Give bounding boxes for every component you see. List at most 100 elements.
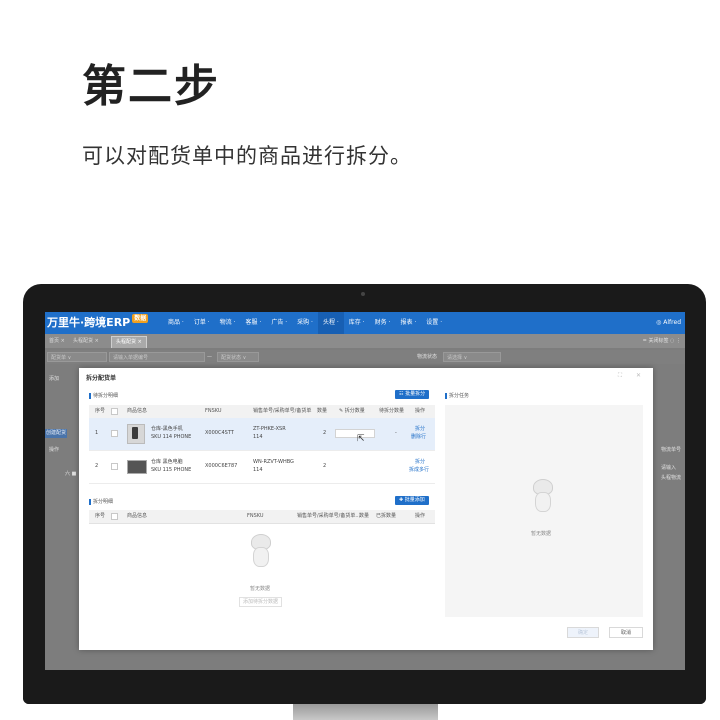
split-link[interactable]: 拆分	[415, 459, 425, 466]
split-multi-link[interactable]: 拆成多行	[409, 467, 429, 474]
camera-dot	[361, 292, 365, 296]
col-fnsku: FNSKU	[247, 513, 264, 519]
source-table: 序号 商品信息 FNSKU 销售单号/采购单号/备货单 数量 ✎ 拆分数量 待拆…	[89, 405, 435, 485]
col-action: 操作	[415, 408, 426, 414]
brand-logo[interactable]: 万里牛·跨境ERP 数据	[47, 314, 149, 332]
row-index: 2	[95, 463, 99, 469]
target-table-header: 序号 商品信息 FNSKU 销售单号/采购单号/备货单... 数量 已拆数量 操…	[89, 510, 435, 524]
row-index: 1	[95, 430, 99, 436]
col-remain: 待拆分数量	[379, 408, 405, 414]
user-menu[interactable]: ◎ Alfred	[656, 312, 681, 334]
mouse-cursor-icon: ⇱	[357, 434, 365, 444]
imac-chin	[23, 664, 706, 704]
row-fnsku: X000C6E787	[205, 463, 238, 469]
row-order: WN-RZVT-WHBG	[253, 459, 294, 465]
row-qty: 2	[323, 463, 327, 469]
main-nav: 商品 · 订单 · 物流 · 客服 · 广告 · 采购 · 头程 · 库存 · …	[163, 312, 447, 334]
product-sku: SKU 115 PHONE	[151, 467, 192, 473]
nav-item-ads[interactable]: 广告 ·	[266, 312, 292, 334]
target-section-label: 拆分明细	[89, 498, 113, 505]
right-section-label: 拆分任务	[445, 392, 469, 399]
split-link[interactable]: 拆分	[415, 426, 425, 433]
step-title: 第二步	[82, 61, 220, 112]
col-product: 商品信息	[127, 408, 148, 414]
tab-home[interactable]: 首页 ×	[45, 336, 69, 347]
select-all-checkbox[interactable]	[111, 408, 118, 415]
batch-add-button[interactable]: ✚ 批量添加	[395, 496, 429, 505]
bg-add-label: 添加	[49, 376, 60, 382]
nav-item-purchase[interactable]: 采购 ·	[292, 312, 318, 334]
target-table: 序号 商品信息 FNSKU 销售单号/采购单号/备货单... 数量 已拆数量 操…	[89, 510, 435, 620]
col-qty: 数量	[317, 408, 328, 414]
brand-badge: 数据	[132, 314, 149, 323]
table-row[interactable]: 2 仓库 黑色电脑 SKU 115 PHONE X000C6E787 WN-RZ…	[89, 451, 435, 484]
split-task-panel: 暂无数据	[445, 405, 643, 617]
col-qty: 数量	[359, 513, 370, 519]
bg-op-label: 操作	[49, 447, 60, 453]
filter-type-select[interactable]: 配货单 ∨	[47, 352, 107, 362]
col-order: 销售单号/采购单号/备货单...	[297, 513, 361, 519]
nav-item-orders[interactable]: 订单 ·	[189, 312, 215, 334]
row-remain: -	[395, 430, 397, 436]
filter-keyword-input[interactable]: 请输入单据编号	[109, 352, 205, 362]
nav-item-service[interactable]: 客服 ·	[240, 312, 266, 334]
col-product: 商品信息	[127, 513, 148, 519]
delete-row-link[interactable]: 删除行	[411, 434, 426, 441]
bg-right-text-1: 请输入	[661, 465, 677, 471]
bg-right-col: 物流单号	[661, 447, 682, 453]
nav-item-products[interactable]: 商品 ·	[163, 312, 189, 334]
product-name: 仓库-黑色手机	[151, 426, 183, 432]
cancel-button[interactable]: 取消	[609, 627, 643, 638]
product-sku: SKU 114 PHONE	[151, 434, 192, 440]
user-icon: ◎	[656, 319, 662, 326]
col-fnsku: FNSKU	[205, 408, 222, 414]
brand-name: 万里牛·跨境ERP	[47, 316, 131, 329]
tab-tools[interactable]: = 关闭标签 ◌ ⋮	[643, 334, 681, 348]
row-order: ZT-PHKE-XSR	[253, 426, 286, 432]
tab-first-leg[interactable]: 头程配货 ×	[69, 336, 103, 347]
filter-status-select[interactable]: 配货状态 ∨	[217, 352, 259, 362]
source-section-label: 待拆分明细	[89, 392, 118, 399]
filter-logistics-select[interactable]: 请选择 ∨	[443, 352, 501, 362]
bg-row-label: 六 ■	[65, 471, 77, 477]
nav-item-reports[interactable]: 报表 ·	[395, 312, 421, 334]
table-row[interactable]: 1 仓库-黑色手机 SKU 114 PHONE X000C4STT ZT-PHK…	[89, 418, 435, 451]
confirm-button[interactable]: 确定	[567, 627, 599, 638]
filter-bar: 配货单 ∨ 请输入单据编号 — 配货状态 ∨ 物流状态 请选择 ∨	[45, 350, 685, 364]
top-navbar: 万里牛·跨境ERP 数据 商品 · 订单 · 物流 · 客服 · 广告 · 采购 …	[45, 312, 685, 334]
batch-split-button[interactable]: ☷ 批量拆分	[395, 390, 430, 399]
row-checkbox[interactable]	[111, 463, 118, 470]
row-checkbox[interactable]	[111, 430, 118, 437]
empty-mascot-icon	[245, 530, 275, 570]
app-screen: 万里牛·跨境ERP 数据 商品 · 订单 · 物流 · 客服 · 广告 · 采购 …	[45, 312, 685, 670]
split-qty-input[interactable]	[335, 429, 375, 438]
bg-right-text-2: 头程物流	[661, 475, 682, 481]
add-pending-button[interactable]: 添加待拆分数据	[239, 597, 283, 607]
step-description: 可以对配货单中的商品进行拆分。	[82, 144, 412, 168]
split-order-modal: 拆分配货单 ⛶ ✕ 待拆分明细 ☷ 批量拆分 序号 商品信息 FNSKU 销售单…	[79, 368, 653, 650]
source-table-header: 序号 商品信息 FNSKU 销售单号/采购单号/备货单 数量 ✎ 拆分数量 待拆…	[89, 405, 435, 419]
page-tabs: 首页 × 头程配货 × 头程配货 × = 关闭标签 ◌ ⋮	[45, 334, 685, 348]
bg-create-button[interactable]: 创建配货	[45, 429, 67, 438]
nav-item-settings[interactable]: 设置 ·	[421, 312, 447, 334]
col-index: 序号	[95, 513, 106, 519]
nav-item-finance[interactable]: 财务 ·	[370, 312, 396, 334]
filter-separator: —	[207, 354, 212, 360]
product-thumbnail	[127, 424, 145, 444]
row-order-2: 114	[253, 467, 263, 473]
nav-item-logistics[interactable]: 物流 ·	[215, 312, 241, 334]
col-done-qty: 已拆数量	[376, 513, 397, 519]
nav-item-inventory[interactable]: 库存 ·	[344, 312, 370, 334]
imac-stand	[293, 704, 438, 720]
product-name: 仓库 黑色电脑	[151, 459, 183, 465]
modal-title: 拆分配货单	[86, 375, 117, 382]
nav-item-first-leg[interactable]: 头程 ·	[317, 312, 344, 334]
col-split-qty: ✎ 拆分数量	[339, 408, 365, 414]
tab-first-leg-active[interactable]: 头程配货 ×	[111, 336, 147, 348]
select-all-checkbox[interactable]	[111, 513, 118, 520]
row-order-2: 114	[253, 434, 263, 440]
row-qty: 2	[323, 430, 327, 436]
modal-window-controls[interactable]: ⛶ ✕	[618, 372, 647, 380]
col-index: 序号	[95, 408, 106, 414]
empty-mascot-icon	[527, 475, 557, 515]
